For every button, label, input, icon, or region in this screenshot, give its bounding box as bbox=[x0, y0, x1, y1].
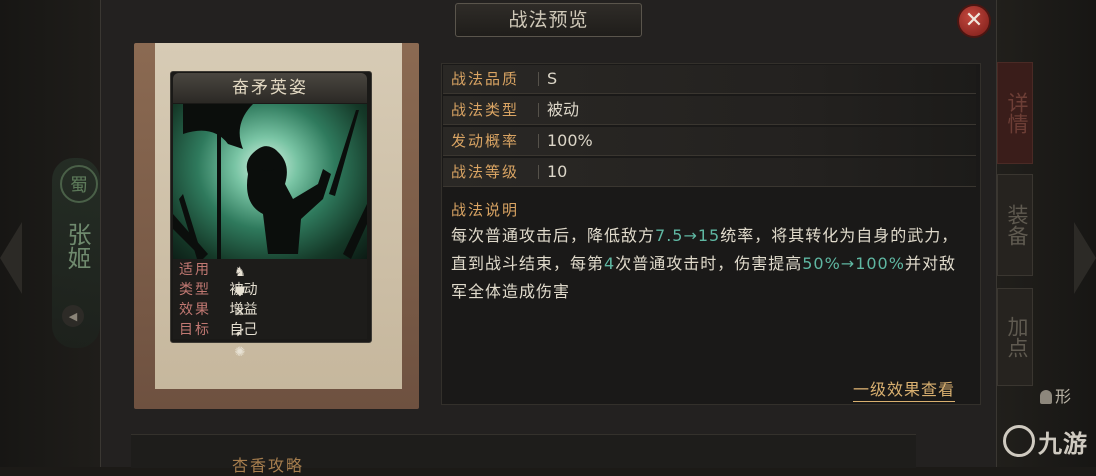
voice-icon[interactable]: ◀ bbox=[62, 305, 84, 327]
prop-row-applicable: 适用 ♞ ⛊ ✕ ➹ ✺ bbox=[179, 260, 246, 360]
desc-highlight: 4 bbox=[604, 254, 616, 273]
prop-row-effect: 效果 增益 bbox=[179, 300, 257, 320]
player-label[interactable]: 形 bbox=[1040, 383, 1071, 407]
siege-icon: ✺ bbox=[234, 345, 246, 360]
next-arrow-icon[interactable] bbox=[1074, 222, 1096, 294]
desc-text: 次普通攻击时，伤害提高 bbox=[615, 254, 803, 273]
info-row-level: 战法等级 10 bbox=[443, 158, 976, 187]
skill-description: 每次普通攻击后，降低敌方7.5→15统率，将其转化为自身的武力，直到战斗结束，每… bbox=[451, 222, 971, 306]
info-key: 战法等级 bbox=[451, 163, 520, 181]
tab-detail[interactable]: 详情 bbox=[997, 62, 1033, 164]
warrior-silhouette-icon bbox=[173, 104, 367, 259]
skill-card-props: 适用 ♞ ⛊ ✕ ➹ ✺ 类型 被动 效果 增益 目标 自己 bbox=[173, 259, 367, 360]
prev-arrow-icon[interactable] bbox=[0, 222, 22, 294]
level-effect-link[interactable]: 一级效果查看 bbox=[853, 379, 956, 402]
prop-key: 适用 bbox=[179, 262, 211, 278]
cavalry-icon: ♞ bbox=[234, 265, 246, 280]
skill-card-name: 奋矛英姿 bbox=[173, 73, 367, 103]
skill-card-art bbox=[173, 104, 367, 259]
tab-equipment[interactable]: 装备 bbox=[997, 174, 1033, 276]
divider bbox=[538, 165, 539, 179]
prop-key: 类型 bbox=[179, 282, 211, 298]
bottom-label: 杏香攻略 bbox=[232, 456, 305, 475]
prop-key: 目标 bbox=[179, 322, 211, 338]
info-row-quality: 战法品质 S bbox=[443, 65, 976, 94]
desc-highlight: 50%→100% bbox=[802, 254, 905, 273]
prop-key: 效果 bbox=[179, 302, 211, 318]
info-value: S bbox=[547, 69, 558, 88]
divider bbox=[538, 103, 539, 117]
description-title: 战法说明 bbox=[451, 201, 520, 219]
divider bbox=[538, 134, 539, 148]
info-value: 10 bbox=[547, 162, 568, 181]
watermark-text: 九游 bbox=[1038, 430, 1088, 458]
desc-text: 每次普通攻击后，降低敌方 bbox=[451, 226, 656, 245]
unit-icons: ♞ ⛊ ✕ ➹ ✺ bbox=[232, 262, 255, 360]
desc-highlight: 7.5→15 bbox=[655, 226, 721, 245]
divider bbox=[538, 72, 539, 86]
close-button[interactable]: ✕ bbox=[957, 4, 991, 38]
watermark: 九游 bbox=[1003, 424, 1088, 459]
prop-value: 增益 bbox=[229, 302, 258, 318]
info-row-type: 战法类型 被动 bbox=[443, 96, 976, 125]
watermark-logo-icon bbox=[1003, 425, 1035, 457]
prop-value: 被动 bbox=[229, 282, 258, 298]
prop-value: 自己 bbox=[229, 322, 258, 338]
prop-row-type: 类型 被动 bbox=[179, 280, 257, 300]
dialog-title: 战法预览 bbox=[455, 3, 642, 37]
prop-row-target: 目标 自己 bbox=[179, 320, 257, 340]
info-row-probability: 发动概率 100% bbox=[443, 127, 976, 156]
info-key: 战法品质 bbox=[451, 70, 520, 88]
info-key: 战法类型 bbox=[451, 101, 520, 119]
info-value: 被动 bbox=[547, 100, 580, 119]
tab-points[interactable]: 加点 bbox=[997, 288, 1033, 386]
player-label-text: 形 bbox=[1055, 387, 1072, 406]
character-name: 张姬 bbox=[63, 222, 91, 270]
info-key: 发动概率 bbox=[451, 132, 520, 150]
person-icon bbox=[1040, 390, 1052, 404]
faction-badge: 蜀 bbox=[60, 165, 98, 203]
info-value: 100% bbox=[547, 131, 593, 150]
